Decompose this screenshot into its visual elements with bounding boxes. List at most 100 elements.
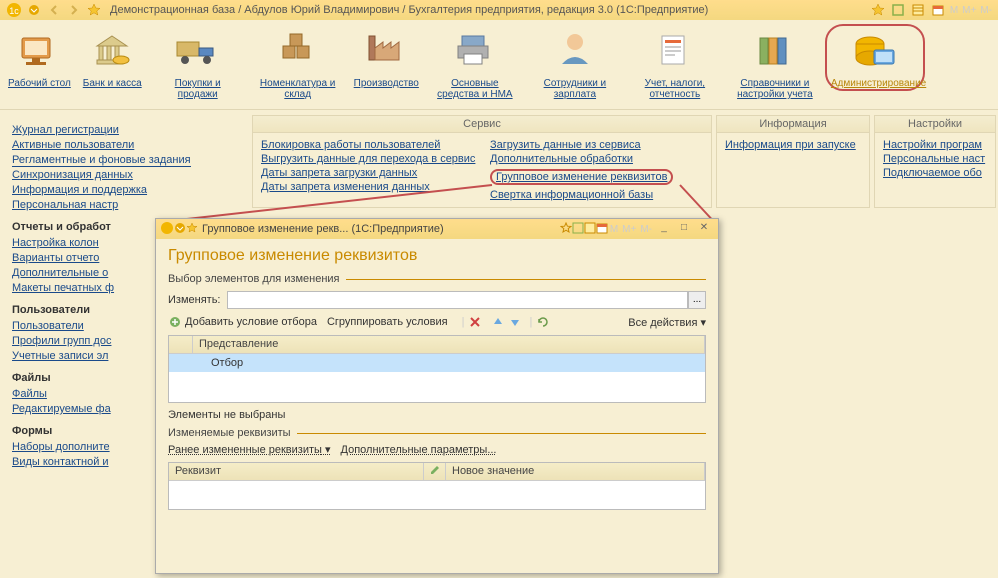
prev-changed-link[interactable]: Ранее измененные реквизиты ▾ <box>168 443 331 456</box>
app-logo-icon: 1c <box>6 2 22 18</box>
change-label: Изменять: <box>168 294 221 306</box>
boxes-icon <box>273 26 323 76</box>
m-icon[interactable]: M <box>950 5 958 16</box>
m-minus-icon[interactable]: M- <box>980 5 992 16</box>
tool-prod-label: Производство <box>354 78 419 89</box>
attrs-grid[interactable]: Реквизит Новое значение <box>168 462 706 510</box>
svc-export[interactable]: Выгрузить данные для перехода в сервис <box>261 153 474 165</box>
group-filter-button[interactable]: Сгруппировать условия <box>327 316 448 328</box>
modal-calc-icon[interactable] <box>584 222 596 237</box>
side-journal[interactable]: Журнал регистрации <box>12 124 237 136</box>
plus-icon <box>168 315 182 329</box>
tool-tax-label: Учет, налоги, отчетность <box>631 78 719 100</box>
dropdown-icon[interactable] <box>26 2 42 18</box>
attrs-hdr-edit <box>424 463 446 480</box>
window-icon[interactable] <box>890 2 906 18</box>
calendar-icon[interactable] <box>930 2 946 18</box>
calc-icon[interactable] <box>910 2 926 18</box>
svc-editdates[interactable]: Даты запрета изменения данных <box>261 181 474 193</box>
refresh-icon[interactable] <box>536 315 550 329</box>
side-sync[interactable]: Синхронизация данных <box>12 169 237 181</box>
side-active-users[interactable]: Активные пользователи <box>12 139 237 151</box>
modal-group-edit: Групповое изменение рекв... (1С:Предприя… <box>155 218 719 574</box>
service-title: Сервис <box>253 116 711 133</box>
service-col2: Загрузить данные из сервиса Дополнительн… <box>482 133 711 207</box>
modal-drop-icon[interactable] <box>174 222 186 237</box>
svc-rollup[interactable]: Свертка информационной базы <box>490 189 703 201</box>
svc-extraproc[interactable]: Дополнительные обработки <box>490 153 703 165</box>
tool-ref-label: Справочники и настройки учета <box>731 78 819 100</box>
modal-cal-icon[interactable] <box>596 222 608 237</box>
svg-text:1c: 1c <box>9 6 19 16</box>
tool-assets-label: Основные средства и НМА <box>431 78 519 100</box>
set-equip[interactable]: Подключаемое обо <box>883 167 987 179</box>
books-icon <box>750 26 800 76</box>
modal-star2-icon[interactable] <box>560 222 572 237</box>
info-panel: Информация Информация при запуске <box>716 115 870 208</box>
grid-row-1[interactable]: Отбор <box>169 354 705 372</box>
modal-win-icon[interactable] <box>572 222 584 237</box>
extra-params-link[interactable]: Дополнительные параметры... <box>341 444 497 456</box>
tool-bank[interactable]: Банк и касса <box>77 24 148 91</box>
modal-title-text: Групповое изменение рекв... (1С:Предприя… <box>202 223 560 235</box>
tool-hr-label: Сотрудники и зарплата <box>531 78 619 100</box>
settings-title: Настройки <box>875 116 995 133</box>
truck-icon <box>173 26 223 76</box>
side-scheduled-jobs[interactable]: Регламентные и фоновые задания <box>12 154 191 167</box>
report-icon <box>650 26 700 76</box>
modal-mm[interactable]: M- <box>640 224 652 235</box>
tool-tax[interactable]: Учет, налоги, отчетность <box>625 24 725 102</box>
down-icon[interactable] <box>508 315 522 329</box>
modal-toolbar: Добавить условие отбора Сгруппировать ус… <box>168 315 706 329</box>
modal-body: Групповое изменение реквизитов Выбор эле… <box>156 239 718 518</box>
tool-sales[interactable]: Покупки и продажи <box>148 24 248 102</box>
modal-mp[interactable]: M+ <box>622 224 636 235</box>
tool-admin[interactable]: Администрирование <box>825 24 925 91</box>
side-personal[interactable]: Персональная настр <box>12 199 237 211</box>
tool-ref[interactable]: Справочники и настройки учета <box>725 24 825 102</box>
settings-panel: Настройки Настройки програм Персональные… <box>874 115 996 208</box>
tool-stock-label: Номенклатура и склад <box>254 78 342 100</box>
tool-assets[interactable]: Основные средства и НМА <box>425 24 525 102</box>
bank-icon <box>87 26 137 76</box>
modal-star-icon[interactable] <box>186 222 198 237</box>
tool-desktop[interactable]: Рабочий стол <box>2 24 77 91</box>
svc-import[interactable]: Загрузить данные из сервиса <box>490 139 703 151</box>
star2-icon[interactable] <box>870 2 886 18</box>
titlebar: 1c Демонстрационная база / Абдулов Юрий … <box>0 0 998 20</box>
person-icon <box>550 26 600 76</box>
svc-block[interactable]: Блокировка работы пользователей <box>261 139 474 151</box>
svc-groupedit[interactable]: Групповое изменение реквизитов <box>490 169 673 185</box>
modal-m[interactable]: M <box>610 224 618 235</box>
section-select: Выбор элементов для изменения <box>168 273 706 285</box>
grid-hdr-check <box>169 336 193 353</box>
not-selected-note: Элементы не выбраны <box>168 409 706 421</box>
modal-max-icon[interactable]: □ <box>675 222 693 236</box>
set-prog[interactable]: Настройки програм <box>883 139 987 151</box>
add-filter-button[interactable]: Добавить условие отбора <box>168 315 317 329</box>
star-icon[interactable] <box>86 2 102 18</box>
all-actions-button[interactable]: Все действия ▾ <box>628 316 706 329</box>
modal-close-icon[interactable]: ✕ <box>695 222 713 236</box>
side-support[interactable]: Информация и поддержка <box>12 184 237 196</box>
set-pers[interactable]: Персональные наст <box>883 153 987 165</box>
tool-stock[interactable]: Номенклатура и склад <box>248 24 348 102</box>
filter-grid[interactable]: Представление Отбор <box>168 335 706 403</box>
m-plus-icon[interactable]: M+ <box>962 5 976 16</box>
nav-back-icon[interactable] <box>46 2 62 18</box>
modal-min-icon[interactable]: _ <box>655 222 673 236</box>
svc-loaddates[interactable]: Даты запрета загрузки данных <box>261 167 474 179</box>
tool-prod[interactable]: Производство <box>348 24 425 91</box>
attrs-hdr-req: Реквизит <box>169 463 424 480</box>
change-picker-button[interactable]: ... <box>688 291 706 309</box>
change-input[interactable] <box>227 291 689 309</box>
up-icon[interactable] <box>491 315 505 329</box>
nav-fwd-icon[interactable] <box>66 2 82 18</box>
grid-hdr-repr: Представление <box>193 336 705 353</box>
tool-desktop-label: Рабочий стол <box>8 78 71 89</box>
delete-icon[interactable] <box>468 315 482 329</box>
modal-logo-icon <box>160 221 174 238</box>
tool-hr[interactable]: Сотрудники и зарплата <box>525 24 625 102</box>
info-startup[interactable]: Информация при запуске <box>725 139 861 151</box>
info-title: Информация <box>717 116 869 133</box>
